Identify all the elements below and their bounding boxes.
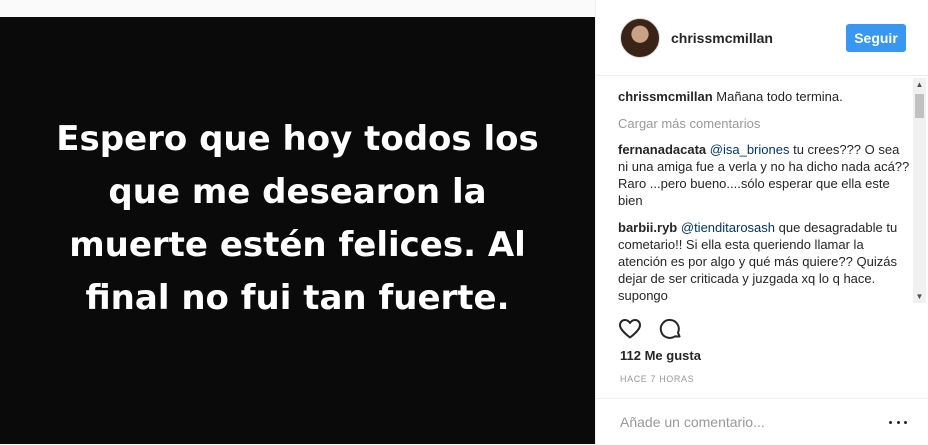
heart-icon[interactable] (618, 317, 642, 341)
dot (896, 420, 900, 424)
post-actions (618, 317, 683, 341)
instagram-post-view: Espero que hoy todos los que me desearon… (0, 0, 928, 445)
comment-icon[interactable] (659, 317, 683, 341)
post-image-text: Espero que hoy todos los que me desearon… (56, 118, 539, 318)
post-header: chrissmcmillan Seguir (596, 0, 928, 76)
avatar[interactable] (620, 17, 660, 58)
list-item: fernanadacata @isa_briones tu crees??? O… (618, 141, 910, 209)
add-comment-section (596, 398, 928, 445)
more-options-icon[interactable] (889, 419, 907, 425)
comment-username[interactable]: fernanadacata (618, 142, 706, 157)
header-username[interactable]: chrissmcmillan (671, 30, 846, 46)
post-timestamp[interactable]: HACE 7 HORAS (620, 374, 694, 384)
caption-username[interactable]: chrissmcmillan (618, 89, 713, 104)
load-more-comments-link[interactable]: Cargar más comentarios (618, 115, 910, 132)
scrollbar-thumb[interactable] (915, 94, 924, 118)
follow-button[interactable]: Seguir (846, 23, 906, 52)
post-image[interactable]: Espero que hoy todos los que me desearon… (0, 17, 595, 444)
likes-count[interactable]: 112 Me gusta (620, 348, 701, 363)
comment-mention[interactable]: @tienditarosash (681, 220, 775, 235)
comments-scrollbar[interactable]: ▲ ▼ (913, 78, 926, 303)
list-item: barbii.ryb @tienditarosash que desagrada… (618, 219, 910, 304)
comments-list[interactable]: chrissmcmillan Mañana todo termina. Carg… (618, 88, 910, 304)
comment-input[interactable] (620, 414, 889, 430)
scroll-up-icon[interactable]: ▲ (915, 80, 924, 89)
scroll-down-icon[interactable]: ▼ (915, 292, 924, 301)
comment-username[interactable]: barbii.ryb (618, 220, 677, 235)
comment-mention[interactable]: @isa_briones (710, 142, 790, 157)
caption: chrissmcmillan Mañana todo termina. (618, 88, 910, 105)
dot (904, 420, 907, 424)
dot (889, 420, 892, 424)
post-side-panel: chrissmcmillan Seguir chrissmcmillan Mañ… (595, 0, 928, 445)
caption-text: Mañana todo termina. (716, 89, 843, 104)
